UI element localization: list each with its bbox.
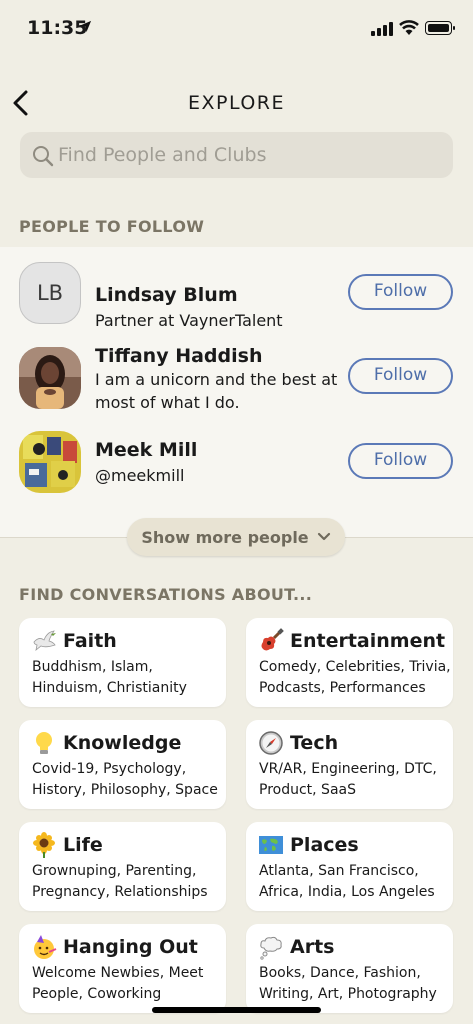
topic-card-hanging-out[interactable]: Hanging Out Welcome Newbies, Meet People… <box>19 924 226 1013</box>
show-more-label: Show more people <box>141 527 309 547</box>
follow-button[interactable]: Follow <box>348 358 453 394</box>
party-face-icon <box>34 935 57 959</box>
topic-title: Faith <box>63 630 117 652</box>
wifi-icon <box>399 20 419 35</box>
page-title: EXPLORE <box>187 92 286 114</box>
topic-card-arts[interactable]: Arts Books, Dance, Fashion, Writing, Art… <box>246 924 453 1013</box>
thought-balloon-icon <box>260 936 282 960</box>
search-input[interactable] <box>58 132 438 178</box>
show-more-people-button[interactable]: Show more people <box>127 518 345 556</box>
topic-title: Entertainment <box>290 630 446 652</box>
compass-icon <box>259 731 283 755</box>
topic-card-knowledge[interactable]: Knowledge Covid-19, Psychology, History,… <box>19 720 226 809</box>
follow-button[interactable]: Follow <box>348 274 453 310</box>
battery-icon <box>425 21 455 35</box>
home-indicator[interactable] <box>152 1007 321 1013</box>
topic-subtitle: Covid-19, Psychology, History, Philosoph… <box>32 761 218 798</box>
topic-title: Tech <box>290 732 339 754</box>
topics-section-label: FIND CONVERSATIONS ABOUT... <box>19 585 313 604</box>
person-row[interactable]: LB Lindsay Blum Partner at VaynerTalent … <box>0 262 473 342</box>
topic-subtitle: Grownuping, Parenting, Pregnancy, Relati… <box>32 863 208 900</box>
cellular-signal-icon <box>371 22 393 36</box>
topic-card-faith[interactable]: Faith Buddhism, Islam, Hinduism, Christi… <box>19 618 226 707</box>
topic-subtitle: Welcome Newbies, Meet People, Coworking <box>32 965 204 1002</box>
topic-subtitle: Comedy, Celebrities, Trivia, Podcasts, P… <box>259 659 451 696</box>
topic-subtitle: VR/AR, Engineering, DTC, Product, SaaS <box>259 761 437 798</box>
search-bar[interactable] <box>20 132 453 178</box>
topic-subtitle: Buddhism, Islam, Hinduism, Christianity <box>32 659 187 696</box>
person-name: Lindsay Blum <box>95 284 238 306</box>
location-arrow-icon <box>79 20 92 33</box>
person-name: Tiffany Haddish <box>95 345 263 367</box>
people-section-label: PEOPLE TO FOLLOW <box>19 217 205 236</box>
search-icon <box>33 146 54 167</box>
world-map-icon <box>259 836 283 854</box>
topic-card-places[interactable]: Places Atlanta, San Francisco, Africa, I… <box>246 822 453 911</box>
topic-card-entertainment[interactable]: Entertainment Comedy, Celebrities, Trivi… <box>246 618 453 707</box>
avatar[interactable] <box>19 347 81 409</box>
avatar-photo <box>19 347 81 409</box>
avatar-photo <box>19 431 81 493</box>
topic-subtitle: Books, Dance, Fashion, Writing, Art, Pho… <box>259 965 437 1002</box>
person-name: Meek Mill <box>95 439 198 461</box>
topic-title: Arts <box>290 936 335 958</box>
topic-title: Hanging Out <box>63 936 198 958</box>
person-row[interactable]: Meek Mill @meekmill Follow <box>0 431 473 511</box>
topic-card-life[interactable]: Life Grownuping, Parenting, Pregnancy, R… <box>19 822 226 911</box>
person-bio: Partner at VaynerTalent <box>95 311 283 330</box>
topic-subtitle: Atlanta, San Francisco, Africa, India, L… <box>259 863 435 900</box>
chevron-down-icon <box>317 532 330 541</box>
sunflower-icon <box>33 832 55 858</box>
topic-title: Knowledge <box>63 732 182 754</box>
people-list: LB Lindsay Blum Partner at VaynerTalent … <box>0 247 473 538</box>
topic-title: Life <box>63 834 103 856</box>
avatar[interactable] <box>19 431 81 493</box>
guitar-icon <box>261 628 284 651</box>
dove-icon <box>33 630 56 651</box>
status-bar: 11:35 <box>0 0 473 56</box>
person-row[interactable]: Tiffany Haddish I am a unicorn and the b… <box>0 345 473 427</box>
person-bio: I am a unicorn and the best at most of w… <box>95 370 338 412</box>
topic-card-tech[interactable]: Tech VR/AR, Engineering, DTC, Product, S… <box>246 720 453 809</box>
avatar[interactable]: LB <box>19 262 81 324</box>
follow-button[interactable]: Follow <box>348 443 453 479</box>
light-bulb-icon <box>36 732 52 754</box>
topic-title: Places <box>290 834 359 856</box>
person-bio: @meekmill <box>95 466 185 485</box>
